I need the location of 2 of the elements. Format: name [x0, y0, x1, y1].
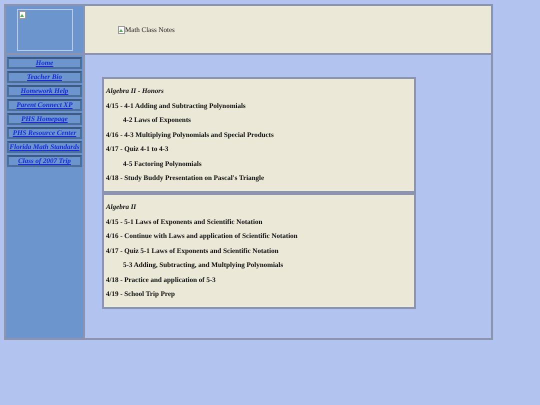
broken-image-icon [118, 26, 125, 34]
broken-image-icon [18, 10, 26, 18]
